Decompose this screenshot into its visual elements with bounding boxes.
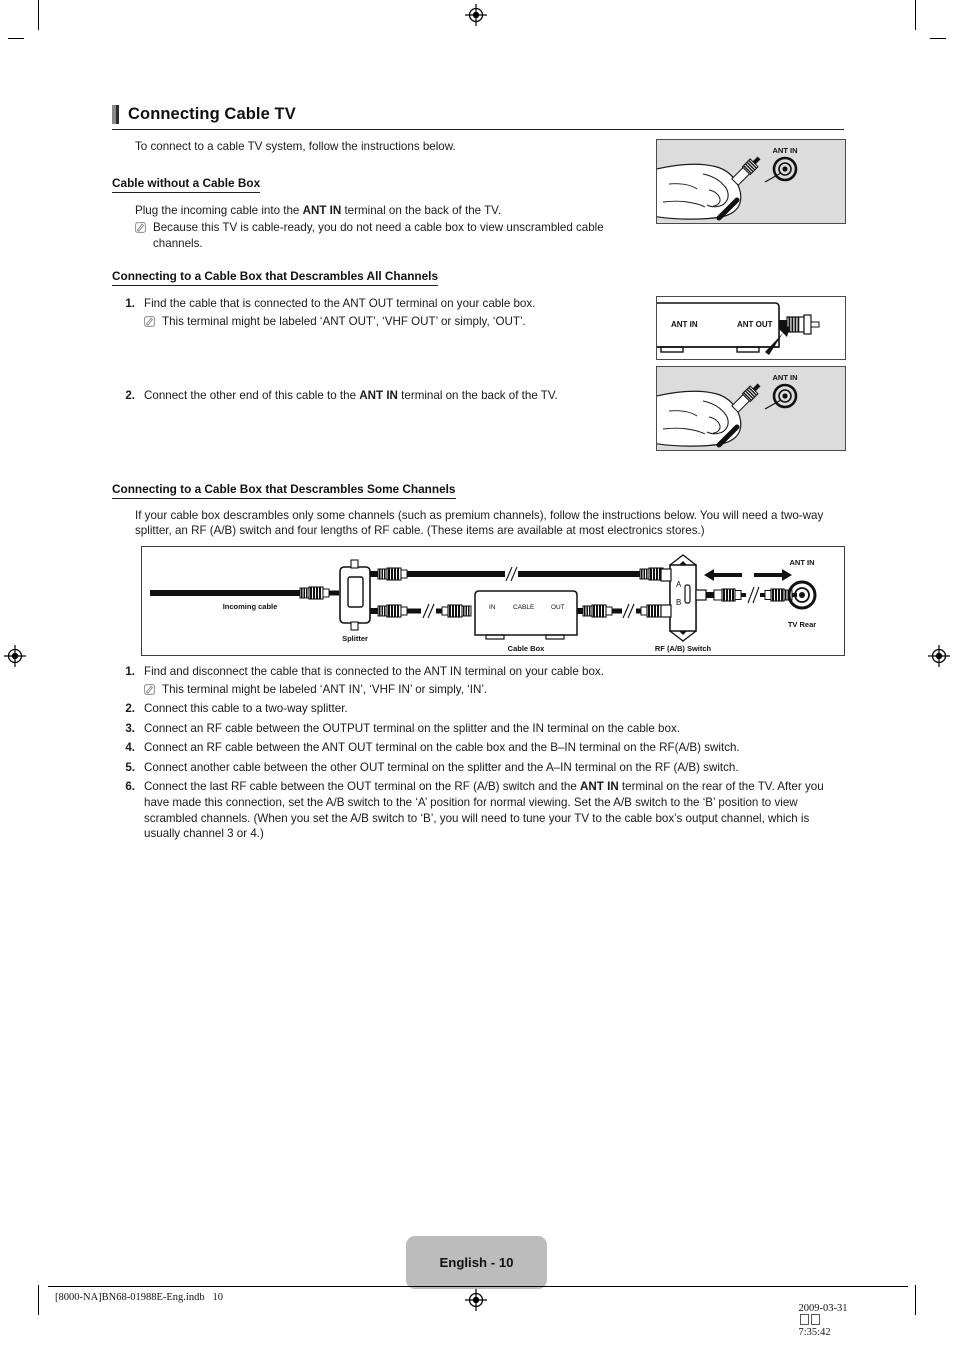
illustration-label-ant-out: ANT OUT [737, 320, 773, 329]
illustration-hand-ant-in-bottom: ANT IN [656, 366, 846, 451]
list-item-number: 4. [125, 741, 135, 755]
page-title: Connecting Cable TV [128, 105, 296, 123]
list-item-body: Connect the last RF cable between the OU… [144, 779, 843, 841]
note-text-ant-out-labels: This terminal might be labeled ‘ANT OUT’… [162, 314, 526, 328]
crop-mark-top-right-vertical [915, 0, 916, 30]
list-item-number: 1. [125, 297, 135, 310]
list-item-step2-descrambles-all: 2. Connect the other end of this cable t… [113, 388, 653, 408]
step2-text-post: terminal on the back of the TV. [397, 389, 558, 402]
list-item-number: 5. [125, 760, 135, 774]
diagram-label-splitter: Splitter [342, 634, 368, 643]
list-item-body: Connect the other end of this cable to t… [144, 388, 653, 404]
title-accent-bar [112, 105, 119, 124]
note-text-cable-ready: Because this TV is cable-ready, you do n… [153, 221, 604, 250]
list-item: 1. Find and disconnect the cable that is… [113, 664, 843, 697]
note-pencil-icon [144, 315, 155, 327]
intro-paragraph: To connect to a cable TV system, follow … [135, 140, 456, 153]
registration-mark-top [465, 4, 487, 26]
diagram-label-cable-box-out: OUT [551, 604, 565, 611]
diagram-label-incoming-cable: Incoming cable [223, 602, 278, 611]
list-item-number: 2. [125, 702, 135, 715]
diagram-label-tv-rear: TV Rear [788, 620, 816, 629]
list-item-number: 1. [125, 665, 135, 678]
list-item: 6. Connect the last RF cable between the… [113, 779, 843, 841]
diagram-label-cable-box-cable: CABLE [513, 604, 535, 611]
subheading-descrambles-all: Connecting to a Cable Box that Descrambl… [112, 269, 439, 286]
list-item-number: 2. [125, 389, 135, 402]
list-item-number: 6. [125, 780, 135, 794]
note-row-cable-ready: Because this TV is cable-ready, you do n… [135, 220, 645, 251]
manual-page: Connecting Cable TV To connect to a cabl… [0, 0, 954, 1338]
crop-mark-bottom-right-vertical [915, 1285, 916, 1315]
illustration-hand-ant-in-top: ANT IN [656, 139, 846, 224]
wiring-diagram: Incoming cable Splitter IN CABLE OUT Cab… [141, 546, 845, 656]
step6-text-pre: Connect the last RF cable between the OU… [144, 780, 581, 794]
list-item: 4. Connect an RF cable between the ANT O… [113, 740, 843, 756]
list-item-text: Connect an RF cable between the OUTPUT t… [144, 721, 680, 735]
registration-mark-bottom [465, 1289, 487, 1311]
paragraph-cable-without-box: Plug the incoming cable into the ANT IN … [135, 203, 645, 251]
footer-date: 2009-03-31 [798, 1303, 848, 1314]
list-item-body: Find the cable that is connected to the … [144, 296, 633, 329]
illustration-label-ant-in: ANT IN [773, 146, 798, 155]
step2-text-pre: Connect the other end of this cable to t… [144, 389, 360, 402]
illustration-cable-box-rear: ANT IN ANT OUT [656, 296, 846, 360]
page-number-label: English - 10 [439, 1255, 514, 1270]
note-row-ant-in-labels: This terminal might be labeled ‘ANT IN’,… [144, 682, 843, 697]
registration-mark-left [4, 645, 26, 667]
footer-time: 7:35:42 [798, 1327, 831, 1338]
list-item: 5. Connect another cable between the oth… [113, 760, 843, 776]
page-number-tab: English - 10 [406, 1236, 547, 1289]
list-descrambles-all: 1. Find the cable that is connected to t… [113, 296, 633, 329]
paragraph-descrambles-some: If your cable box descrambles only some … [135, 509, 824, 538]
ant-in-emphasis: ANT IN [359, 389, 398, 402]
crop-mark-top-left-vertical [38, 0, 39, 30]
subheading-descrambles-some: Connecting to a Cable Box that Descrambl… [112, 482, 456, 499]
list-descrambles-some: 1. Find and disconnect the cable that is… [113, 664, 843, 846]
missing-glyph-box [810, 1314, 820, 1325]
note-pencil-icon [135, 222, 146, 234]
ant-in-emphasis: ANT IN [580, 780, 619, 794]
diagram-label-rf-ab-switch: RF (A/B) Switch [655, 644, 712, 653]
list-item: 1. Find the cable that is connected to t… [113, 296, 633, 329]
list-item: 2. Connect this cable to a two-way split… [113, 701, 843, 717]
list-item-text: Connect another cable between the other … [144, 760, 739, 774]
crop-mark-top-left-horizontal [8, 38, 24, 39]
registration-mark-right [928, 645, 950, 667]
diagram-label-switch-b: B [676, 598, 681, 607]
list-item: 2. Connect the other end of this cable t… [113, 388, 653, 404]
footer-rule [48, 1286, 908, 1287]
illustration-label-ant-in: ANT IN [671, 320, 698, 329]
plug-instruction-post: terminal on the back of the TV. [341, 204, 502, 217]
footer-timestamp: 2009-03-31 7:35:42 [788, 1292, 848, 1349]
crop-mark-top-right-horizontal [930, 38, 946, 39]
note-text-ant-in-labels: This terminal might be labeled ‘ANT IN’,… [162, 682, 488, 696]
diagram-label-cable-box-in: IN [489, 604, 496, 611]
note-row-ant-out-labels: This terminal might be labeled ‘ANT OUT’… [144, 314, 633, 329]
list-item-body: Find and disconnect the cable that is co… [144, 664, 843, 697]
list-item: 3. Connect an RF cable between the OUTPU… [113, 721, 843, 737]
crop-mark-bottom-left-vertical [38, 1285, 39, 1315]
illustration-label-ant-in: ANT IN [773, 373, 798, 382]
plug-instruction-pre: Plug the incoming cable into the [135, 204, 303, 217]
diagram-label-cable-box: Cable Box [508, 644, 546, 653]
missing-glyph-box [799, 1314, 809, 1325]
list-item-text: Connect this cable to a two-way splitter… [144, 702, 348, 715]
plug-instruction-line: Plug the incoming cable into the ANT IN … [135, 203, 645, 218]
note-pencil-icon [144, 683, 155, 695]
list-item-text: Find and disconnect the cable that is co… [144, 665, 604, 678]
ant-in-emphasis: ANT IN [302, 204, 342, 217]
list-item-text: Find the cable that is connected to the … [144, 297, 536, 310]
diagram-label-ant-in: ANT IN [790, 558, 815, 567]
subheading-cable-without-box: Cable without a Cable Box [112, 176, 261, 193]
list-item-number: 3. [125, 721, 135, 735]
section-title-block: Connecting Cable TV [112, 105, 844, 130]
diagram-label-switch-a: A [676, 580, 682, 589]
footer-filename: [8000-NA]BN68-01988E-Eng.indb 10 [55, 1292, 223, 1303]
list-item-text: Connect an RF cable between the ANT OUT … [144, 741, 740, 755]
